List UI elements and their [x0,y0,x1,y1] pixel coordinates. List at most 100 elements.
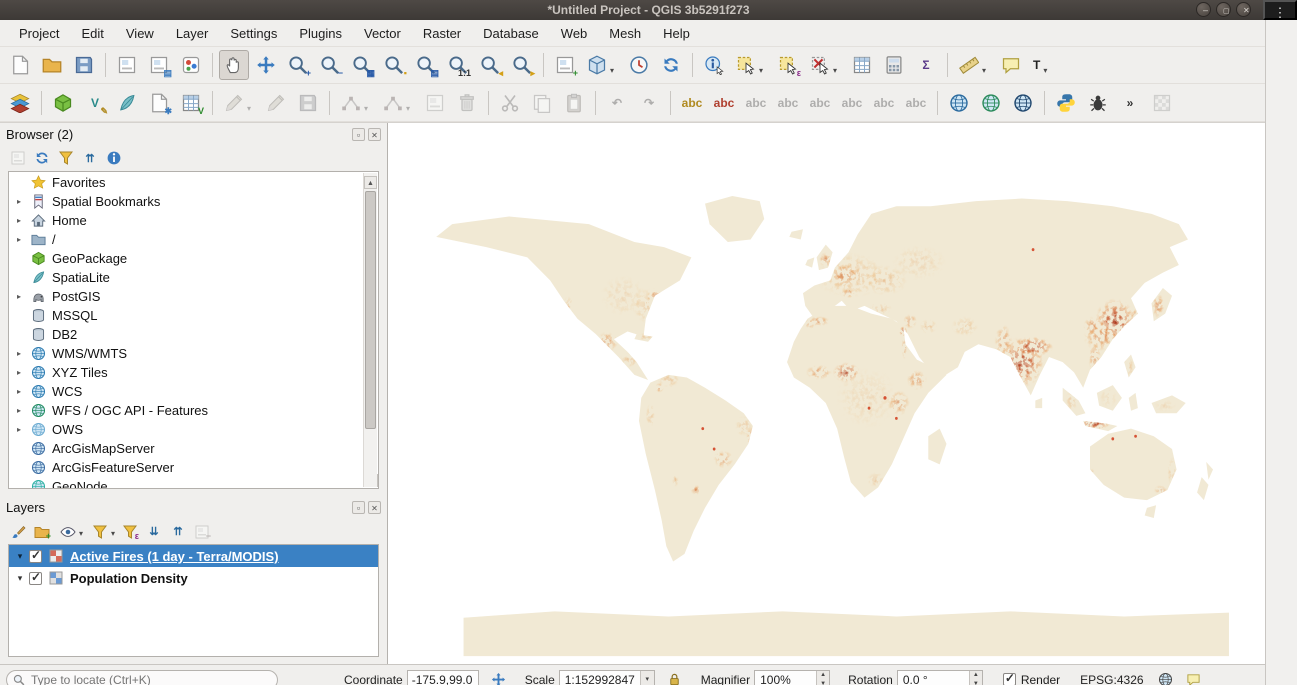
close-button[interactable] [1236,2,1251,17]
layer-labeling-options[interactable]: abc [677,88,707,118]
crs-globe-icon[interactable] [1158,672,1174,685]
expand-arrow-icon[interactable] [17,368,31,377]
identify-features[interactable] [699,50,729,80]
filter-browser[interactable] [55,147,77,169]
zoom-to-selection[interactable]: ▪ [379,50,409,80]
lock-scale-icon[interactable] [667,672,683,685]
save-layer-edits[interactable] [293,88,323,118]
menu-settings[interactable]: Settings [219,22,288,45]
menu-mesh[interactable]: Mesh [598,22,652,45]
show-hide-labels[interactable]: abc [805,88,835,118]
map-canvas[interactable] [387,123,1265,664]
browser-item-mssql[interactable]: MSSQL [9,306,363,325]
expand-all[interactable]: ⇊ [143,521,165,543]
browser-item-geopackage[interactable]: GeoPackage [9,249,363,268]
metasearch-catalog-client[interactable] [944,88,974,118]
toggle-editing[interactable] [261,88,291,118]
layer-row-active-fires[interactable]: ▾Active Fires (1 day - Terra/MODIS) [9,545,378,567]
menu-web[interactable]: Web [550,22,599,45]
expand-arrow-icon[interactable] [17,216,31,225]
zoom-last[interactable]: ◂ [475,50,505,80]
menu-edit[interactable]: Edit [70,22,114,45]
measure-line[interactable]: ▾ [954,50,994,80]
vertex-tool[interactable]: ▾ [378,88,418,118]
spin-up-icon[interactable]: ▲ [817,671,829,680]
expand-arrow-icon[interactable] [17,425,31,434]
undo[interactable]: ↶ [602,88,632,118]
menu-plugins[interactable]: Plugins [288,22,353,45]
show-layout-manager[interactable]: ▤ [144,50,174,80]
expand-arrow-icon[interactable] [17,349,31,358]
new-project[interactable] [5,50,35,80]
locate-input[interactable] [29,672,271,685]
overflow-menu-button[interactable] [1263,0,1297,20]
search-qms-layers[interactable] [976,88,1006,118]
menu-vector[interactable]: Vector [353,22,412,45]
refresh-browser[interactable] [31,147,53,169]
zoom-native-resolution[interactable]: 1:1 [443,50,473,80]
panel-float-button[interactable] [352,501,365,514]
open-layer-styling-panel[interactable] [7,521,29,543]
highlight-pinned-labels[interactable]: abc [741,88,771,118]
open-attribute-table[interactable] [847,50,877,80]
browser-item-xyz-tiles[interactable]: XYZ Tiles [9,363,363,382]
manage-map-themes[interactable]: ▾ [55,521,85,543]
copy-features[interactable] [527,88,557,118]
coordinate-input[interactable] [407,670,479,685]
pan-map-to-selection[interactable] [251,50,281,80]
browser-item-wms-wmts[interactable]: WMS/WMTS [9,344,363,363]
browser-item-home[interactable]: Home [9,211,363,230]
new-shapefile-layer[interactable]: V✎ [80,88,110,118]
delete-selected[interactable] [452,88,482,118]
browser-scrollbar[interactable]: ▲ ▼ [363,173,377,487]
spin-up-icon[interactable]: ▲ [970,671,982,680]
messages-icon[interactable] [1186,672,1202,685]
zoom-in[interactable]: + [283,50,313,80]
browser-item-db2[interactable]: DB2 [9,325,363,344]
expand-arrow-icon[interactable] [17,406,31,415]
titlebar[interactable]: *Untitled Project - QGIS 3b5291f273 [0,0,1297,20]
layer-row-population-density[interactable]: ▾Population Density [9,567,378,589]
filter-legend[interactable]: ▾ [87,521,117,543]
current-edits[interactable]: ▾ [219,88,259,118]
new-3d-map-view[interactable]: ▾ [582,50,622,80]
properties-widget[interactable] [103,147,125,169]
scale-combo[interactable]: 1:152992847 ▾ [559,670,655,685]
scroll-up-button[interactable]: ▲ [364,176,377,189]
web-services[interactable] [1008,88,1038,118]
new-virtual-layer[interactable]: V [176,88,206,118]
plugin-debugger[interactable] [1083,88,1113,118]
panel-float-button[interactable] [352,128,365,141]
panel-close-button[interactable] [368,501,381,514]
deselect-features[interactable]: ▾ [805,50,845,80]
collapse-all[interactable]: ⇈ [79,147,101,169]
scroll-down-button[interactable]: ▼ [377,474,379,487]
layer-visibility-checkbox[interactable] [29,550,42,563]
pan-map[interactable] [219,50,249,80]
map-tips[interactable] [996,50,1026,80]
locate-search[interactable] [6,670,278,685]
zoom-out[interactable]: − [315,50,345,80]
refresh-map[interactable] [656,50,686,80]
pin-unpin-labels[interactable]: abc [773,88,803,118]
cut-features[interactable] [495,88,525,118]
extents-toggle-icon[interactable] [491,672,507,685]
temporal-controller-panel[interactable] [624,50,654,80]
field-calculator[interactable] [879,50,909,80]
move-label[interactable]: abc [837,88,867,118]
menu-view[interactable]: View [115,22,165,45]
zoom-next[interactable]: ▸ [507,50,537,80]
python-console[interactable] [1051,88,1081,118]
layers-list[interactable]: ▾Active Fires (1 day - Terra/MODIS)▾Popu… [8,544,379,657]
chevron-down-icon[interactable]: ▾ [640,671,654,685]
expand-arrow-icon[interactable] [17,197,31,206]
spin-down-icon[interactable]: ▼ [970,680,982,685]
layer-visibility-checkbox[interactable] [29,572,42,585]
scroll-thumb[interactable] [365,191,376,429]
modify-attributes[interactable] [420,88,450,118]
select-by-expression[interactable]: ε [773,50,803,80]
expand-arrow-icon[interactable] [17,387,31,396]
maximize-button[interactable] [1216,2,1231,17]
redo[interactable]: ↷ [634,88,664,118]
browser-item-spatial-bookmarks[interactable]: Spatial Bookmarks [9,192,363,211]
